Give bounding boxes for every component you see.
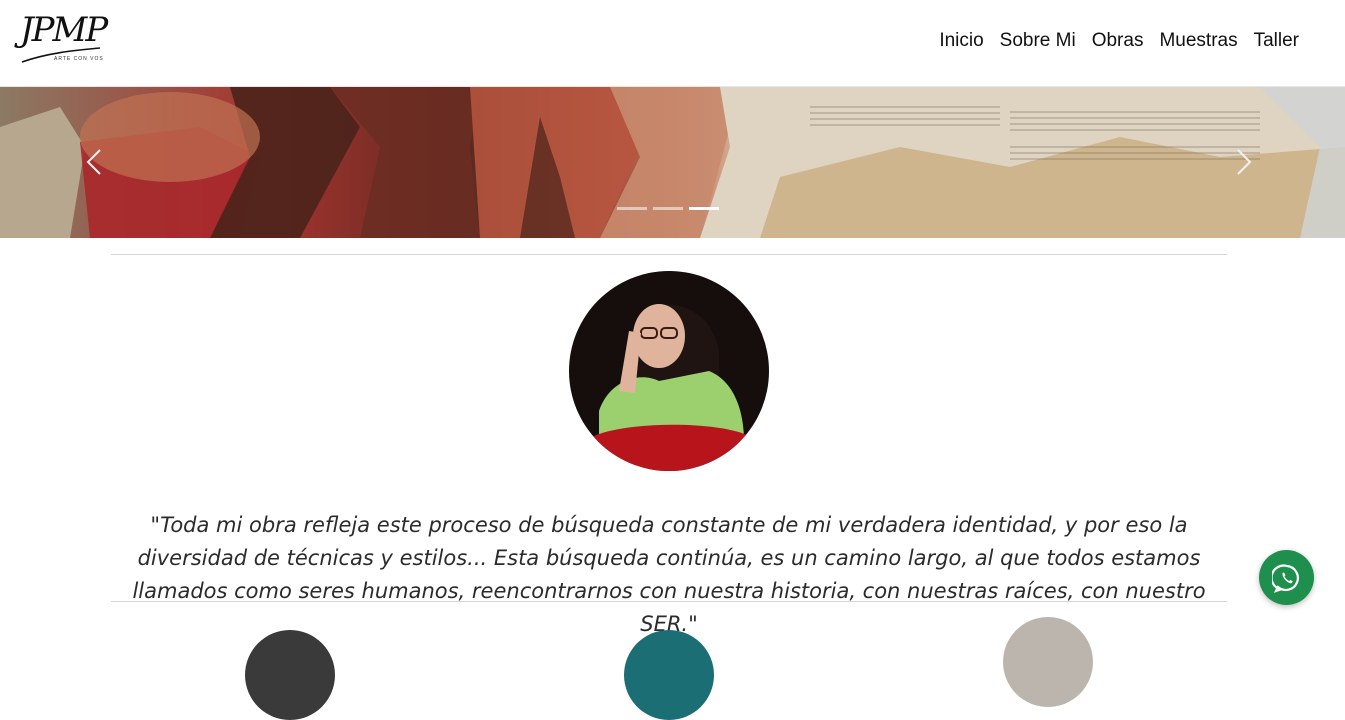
divider-bottom: [111, 601, 1227, 602]
whatsapp-button[interactable]: [1259, 550, 1314, 605]
main-nav: Inicio Sobre Mi Obras Muestras Taller: [939, 30, 1299, 52]
site-logo[interactable]: JPMP ARTE CON VOS: [20, 12, 108, 70]
carousel-indicator-2[interactable]: [653, 207, 683, 210]
hero-carousel: [0, 87, 1345, 238]
chevron-right-icon: [1237, 149, 1252, 175]
nav-link-sobre-mi[interactable]: Sobre Mi: [1000, 30, 1076, 52]
chevron-left-icon: [86, 149, 101, 175]
carousel-indicator-1[interactable]: [617, 207, 647, 210]
nav-link-muestras[interactable]: Muestras: [1159, 30, 1237, 52]
nav-link-taller[interactable]: Taller: [1254, 30, 1299, 52]
section-thumbnail-2[interactable]: [624, 630, 714, 720]
carousel-prev-button[interactable]: [80, 147, 110, 177]
artist-portrait: [569, 271, 769, 471]
whatsapp-icon: [1271, 563, 1299, 593]
top-navbar: JPMP ARTE CON VOS Inicio Sobre Mi Obras …: [0, 0, 1345, 87]
logo-tagline: ARTE CON VOS: [54, 56, 104, 62]
divider-top: [111, 254, 1227, 255]
carousel-indicator-3[interactable]: [689, 207, 719, 210]
carousel-indicators: [617, 207, 719, 210]
nav-link-obras[interactable]: Obras: [1092, 30, 1144, 52]
nav-link-inicio[interactable]: Inicio: [939, 30, 983, 52]
logo-swoosh-icon: [21, 47, 101, 63]
section-thumbnail-1[interactable]: [245, 630, 335, 720]
carousel-slide-image: [0, 87, 1345, 238]
carousel-next-button[interactable]: [1228, 147, 1258, 177]
section-thumbnail-3[interactable]: [1003, 617, 1093, 707]
